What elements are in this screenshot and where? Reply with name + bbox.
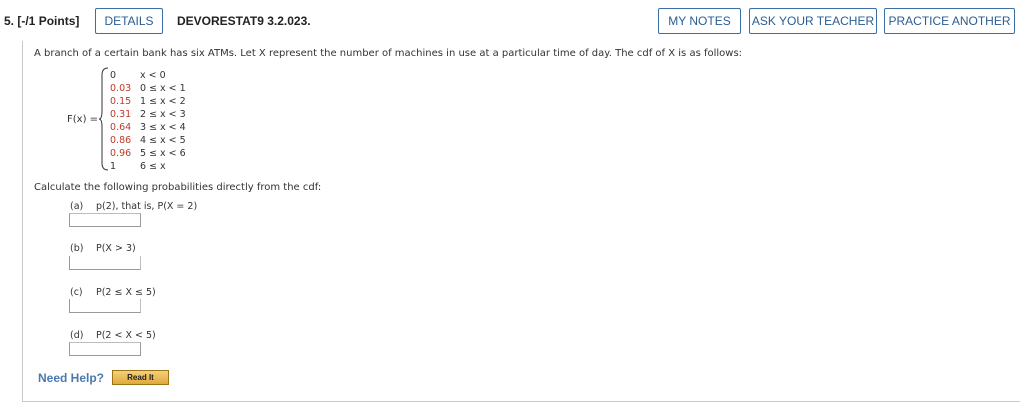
- cdf-value: 0.86: [110, 135, 132, 146]
- ask-teacher-button[interactable]: ASK YOUR TEACHER: [749, 8, 877, 34]
- part-a-answer-input[interactable]: [69, 213, 141, 227]
- part-text: P(2 < X < 5): [96, 330, 156, 341]
- cdf-condition: 1 ≤ x < 2: [140, 96, 186, 107]
- need-help-label: Need Help?: [38, 371, 105, 385]
- cdf-condition: 5 ≤ x < 6: [140, 148, 186, 159]
- cdf-condition: x < 0: [140, 70, 166, 81]
- question-stem: A branch of a certain bank has six ATMs.…: [34, 48, 743, 59]
- part-text: P(X > 3): [96, 243, 136, 254]
- cdf-value: 0.15: [110, 96, 132, 107]
- cdf-condition: 2 ≤ x < 3: [140, 109, 186, 120]
- question-number-text: 5.: [4, 14, 15, 28]
- part-label: (a): [70, 201, 84, 212]
- part-b-answer-input[interactable]: [69, 256, 141, 270]
- cdf-value: 0.03: [110, 83, 132, 94]
- question-header: 5. [-/1 Points] DETAILS DEVORESTAT9 3.2.…: [0, 0, 1024, 42]
- cdf-value: 1: [110, 161, 117, 172]
- part-c-prompt: (c) P(2 ≤ X ≤ 5): [70, 287, 156, 298]
- points-text: [-/1 Points]: [17, 14, 80, 28]
- cdf-condition: 6 ≤ x: [140, 161, 166, 172]
- my-notes-button[interactable]: MY NOTES: [658, 8, 741, 34]
- part-label: (d): [70, 330, 84, 341]
- cdf-value: 0: [110, 70, 117, 81]
- details-button[interactable]: DETAILS: [95, 8, 163, 34]
- cdf-condition: 4 ≤ x < 5: [140, 135, 186, 146]
- question-number: 5. [-/1 Points]: [4, 14, 79, 28]
- part-a-prompt: (a) p(2), that is, P(X = 2): [70, 201, 197, 212]
- cdf-value: 0.96: [110, 148, 132, 159]
- question-code: DEVORESTAT9 3.2.023.: [177, 14, 311, 28]
- cdf-value: 0.31: [110, 109, 132, 120]
- cdf-brace-icon: [99, 67, 109, 171]
- part-label: (c): [70, 287, 83, 298]
- cdf-condition: 3 ≤ x < 4: [140, 122, 186, 133]
- cdf-condition: 0 ≤ x < 1: [140, 83, 186, 94]
- part-c-answer-input[interactable]: [69, 299, 141, 313]
- part-text: p(2), that is, P(X = 2): [96, 201, 198, 212]
- calc-prompt: Calculate the following probabilities di…: [34, 182, 322, 193]
- practice-another-button[interactable]: PRACTICE ANOTHER: [884, 8, 1015, 34]
- part-text: P(2 ≤ X ≤ 5): [96, 287, 156, 298]
- part-b-prompt: (b) P(X > 3): [70, 243, 136, 254]
- cdf-value: 0.64: [110, 122, 132, 133]
- part-d-prompt: (d) P(2 < X < 5): [70, 330, 156, 341]
- part-label: (b): [70, 243, 84, 254]
- part-d-answer-input[interactable]: [69, 342, 141, 356]
- read-it-button[interactable]: Read It: [112, 370, 169, 385]
- cdf-function-label: F(x) =: [67, 114, 99, 125]
